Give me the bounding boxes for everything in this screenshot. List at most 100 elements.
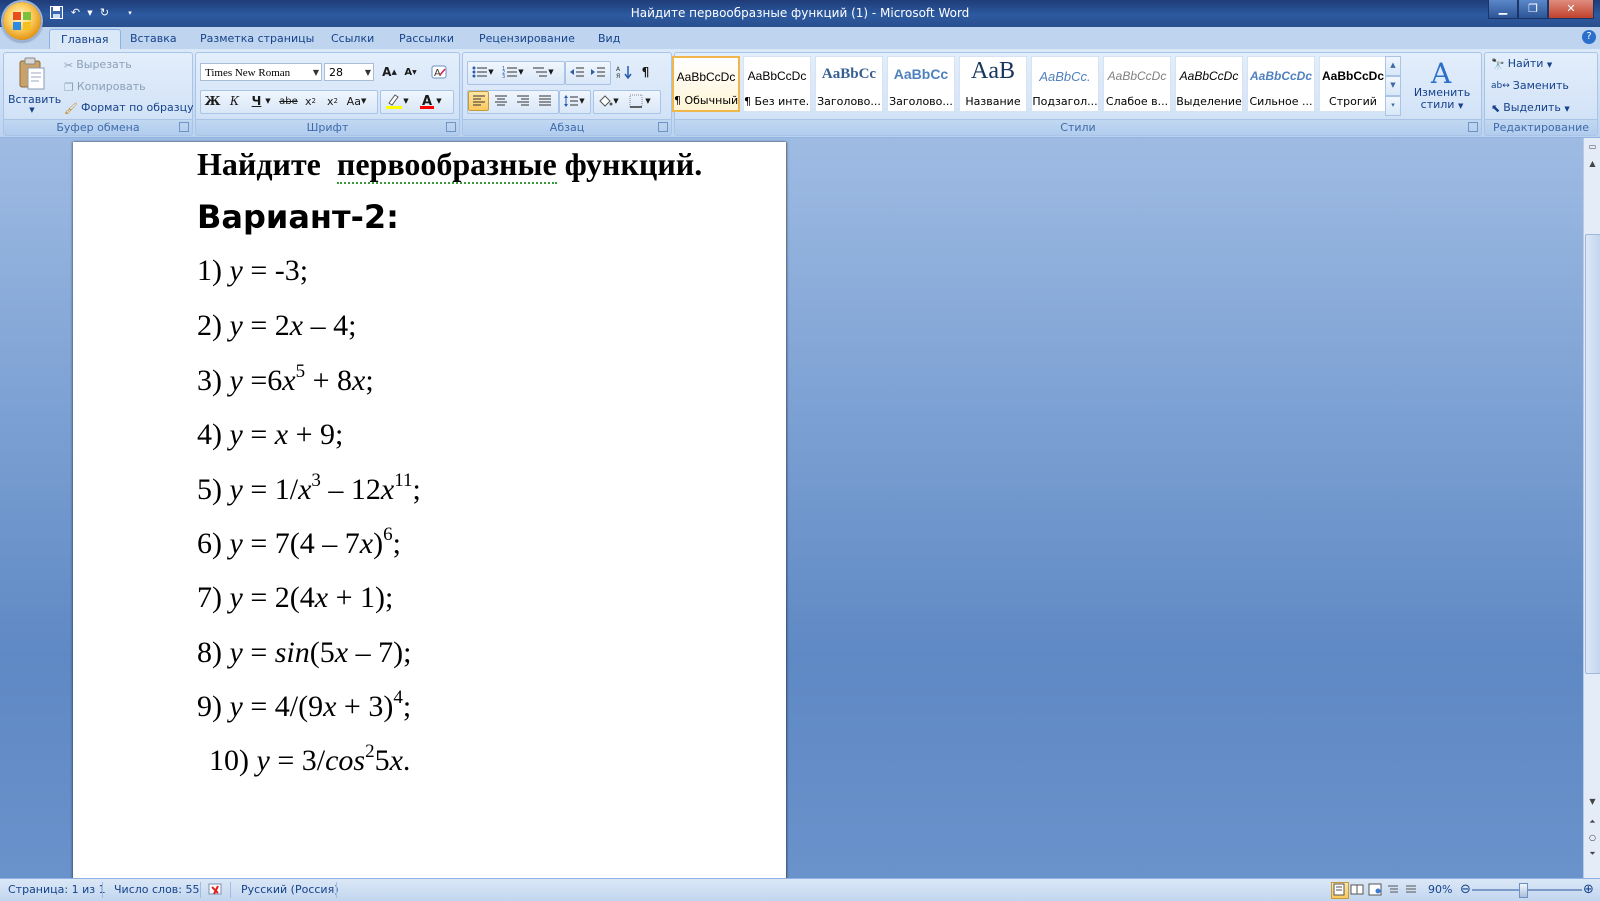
tab-page-layout[interactable]: Разметка страницы (189, 29, 325, 49)
superscript-button[interactable]: x2 (322, 91, 343, 111)
paragraph-dialog-launcher[interactable] (658, 122, 668, 132)
styles-dialog-launcher[interactable] (1468, 122, 1478, 132)
bold-button[interactable]: Ж (202, 91, 223, 111)
tab-review[interactable]: Рецензирование (468, 29, 586, 49)
decrease-indent-button[interactable] (566, 62, 587, 82)
page-indicator[interactable]: Страница: 1 из 1 (8, 883, 106, 896)
vertical-scrollbar[interactable]: ▭ ▲ ▼ ⏶ ○ ⏷ (1583, 138, 1600, 878)
style-subtle-emphasis[interactable]: AaBbCcDc Слабое в... (1103, 56, 1171, 112)
copy-button[interactable]: ❐ Копировать (64, 80, 146, 94)
select-browse-object-icon[interactable]: ○ (1585, 830, 1600, 845)
style-normal[interactable]: AaBbCcDc ¶ Обычный (672, 56, 740, 112)
full-screen-reading-button[interactable] (1349, 882, 1367, 899)
tab-home[interactable]: Главная (49, 29, 121, 49)
align-center-button[interactable] (490, 91, 511, 111)
expr: + 9; (295, 418, 344, 451)
style-no-spacing[interactable]: AaBbCcDc ¶ Без инте... (743, 56, 811, 112)
numbering-dropdown-icon[interactable]: ▼ (517, 62, 525, 82)
zoom-in-button[interactable]: ⊕ (1583, 882, 1594, 897)
underline-dropdown-icon[interactable]: ▼ (263, 91, 273, 111)
find-button[interactable]: 🔭 Найти ▼ (1491, 57, 1552, 71)
style-emphasis[interactable]: AaBbCcDc Выделение (1175, 56, 1243, 112)
font-name-combo[interactable]: Times New Roman ▼ (200, 63, 322, 81)
style-strong[interactable]: AaBbCcDc Строгий (1319, 56, 1387, 112)
gallery-up-button[interactable]: ▲ (1385, 56, 1401, 76)
style-heading2[interactable]: AaBbCc Заголово... (887, 56, 955, 112)
font-color-dropdown-icon[interactable]: ▼ (434, 91, 444, 111)
zoom-level[interactable]: 90% (1428, 883, 1452, 896)
svg-text:А: А (616, 66, 621, 73)
style-subtitle[interactable]: AaBbCc. Подзагол... (1031, 56, 1099, 112)
align-left-button[interactable] (468, 91, 489, 111)
minimize-button[interactable]: ▁ (1488, 0, 1518, 19)
clear-formatting-button[interactable]: A (428, 62, 449, 82)
help-icon[interactable]: ? (1582, 30, 1596, 44)
increase-indent-button[interactable] (587, 62, 608, 82)
print-layout-view-button[interactable] (1331, 882, 1349, 899)
paste-button[interactable]: Вставить ▼ (8, 55, 61, 115)
tab-mailings[interactable]: Рассылки (388, 29, 465, 49)
tab-insert[interactable]: Вставка (119, 29, 188, 49)
font-dialog-launcher[interactable] (446, 122, 456, 132)
prev-page-button[interactable]: ⏶ (1585, 814, 1600, 829)
var-x: x (334, 636, 349, 669)
style-heading1[interactable]: AaBbCc Заголово... (815, 56, 883, 112)
highlight-dropdown-icon[interactable]: ▼ (401, 91, 411, 111)
outline-view-button[interactable] (1385, 882, 1403, 899)
strikethrough-button[interactable]: abe (278, 91, 299, 111)
scroll-down-button[interactable]: ▼ (1585, 794, 1600, 809)
shading-dropdown-icon[interactable]: ▼ (611, 91, 621, 111)
word-count[interactable]: Число слов: 55 (114, 883, 200, 896)
multilevel-dropdown-icon[interactable]: ▼ (547, 62, 555, 82)
line-spacing-dropdown-icon[interactable]: ▼ (577, 91, 587, 111)
spell-error-word: первообразные (336, 146, 557, 184)
scissors-icon: ✂ (64, 58, 74, 72)
zoom-out-button[interactable]: ⊖ (1460, 882, 1471, 897)
style-title[interactable]: AaB Название (959, 56, 1027, 112)
select-button[interactable]: ⬉ Выделить ▼ (1491, 101, 1570, 115)
restore-button[interactable]: ❐ (1518, 0, 1548, 19)
style-gallery-scroll: ▲ ▼ ▾ (1385, 56, 1401, 116)
zoom-slider-thumb[interactable] (1519, 883, 1528, 898)
office-button[interactable] (3, 2, 41, 40)
replace-button[interactable]: ab↔ Заменить (1491, 79, 1569, 92)
status-separator (230, 882, 231, 898)
borders-dropdown-icon[interactable]: ▼ (643, 91, 653, 111)
gallery-down-button[interactable]: ▼ (1385, 76, 1401, 96)
font-size-combo[interactable]: 28 ▼ (324, 63, 374, 81)
next-page-button[interactable]: ⏷ (1585, 846, 1600, 861)
title-bar: ↶ ▼ ↻ ▾ Найдите первообразные функций (1… (0, 0, 1600, 27)
spelling-status-icon[interactable] (208, 883, 224, 900)
italic-button[interactable]: К (224, 91, 245, 111)
ruler-toggle-icon[interactable]: ▭ (1585, 139, 1600, 154)
scroll-up-button[interactable]: ▲ (1585, 156, 1600, 171)
subscript-button[interactable]: x2 (300, 91, 321, 111)
cut-button[interactable]: ✂ Вырезать (64, 58, 132, 72)
show-marks-button[interactable]: ¶ (635, 62, 656, 82)
close-button[interactable]: ✕ (1548, 0, 1594, 19)
shrink-font-button[interactable]: A ▼ (400, 62, 421, 82)
align-right-button[interactable] (512, 91, 533, 111)
paste-dropdown-icon: ▼ (29, 106, 35, 114)
document-page[interactable]: Найдите первообразные функций. Вариант-2… (73, 142, 786, 878)
scroll-thumb[interactable] (1585, 234, 1600, 674)
language-indicator[interactable]: Русский (Россия) (241, 883, 339, 896)
style-sample: AaBbCcDc (1249, 69, 1312, 83)
web-layout-button[interactable] (1367, 882, 1385, 899)
style-sample: AaBbCcDc (1321, 69, 1384, 83)
style-intense-emphasis[interactable]: AaBbCcDc Сильное ... (1247, 56, 1315, 112)
clipboard-dialog-launcher[interactable] (179, 122, 189, 132)
expr: ; (412, 473, 421, 506)
change-styles-button[interactable]: A Изменить стили ▼ (1412, 57, 1472, 112)
sort-button[interactable]: АЯ (613, 62, 634, 82)
format-painter-button[interactable]: 🖌 Формат по образцу (64, 101, 194, 115)
task-line-8: 8) y = sin(5x – 7); (197, 636, 411, 670)
grow-font-button[interactable]: A ▲ (379, 62, 400, 82)
gallery-more-button[interactable]: ▾ (1385, 96, 1401, 116)
tab-view[interactable]: Вид (587, 29, 631, 49)
justify-button[interactable] (534, 91, 555, 111)
change-case-button[interactable]: Aa ▼ (346, 91, 367, 111)
bullets-dropdown-icon[interactable]: ▼ (487, 62, 495, 82)
tab-references[interactable]: Ссылки (320, 29, 385, 49)
draft-view-button[interactable] (1403, 882, 1421, 899)
